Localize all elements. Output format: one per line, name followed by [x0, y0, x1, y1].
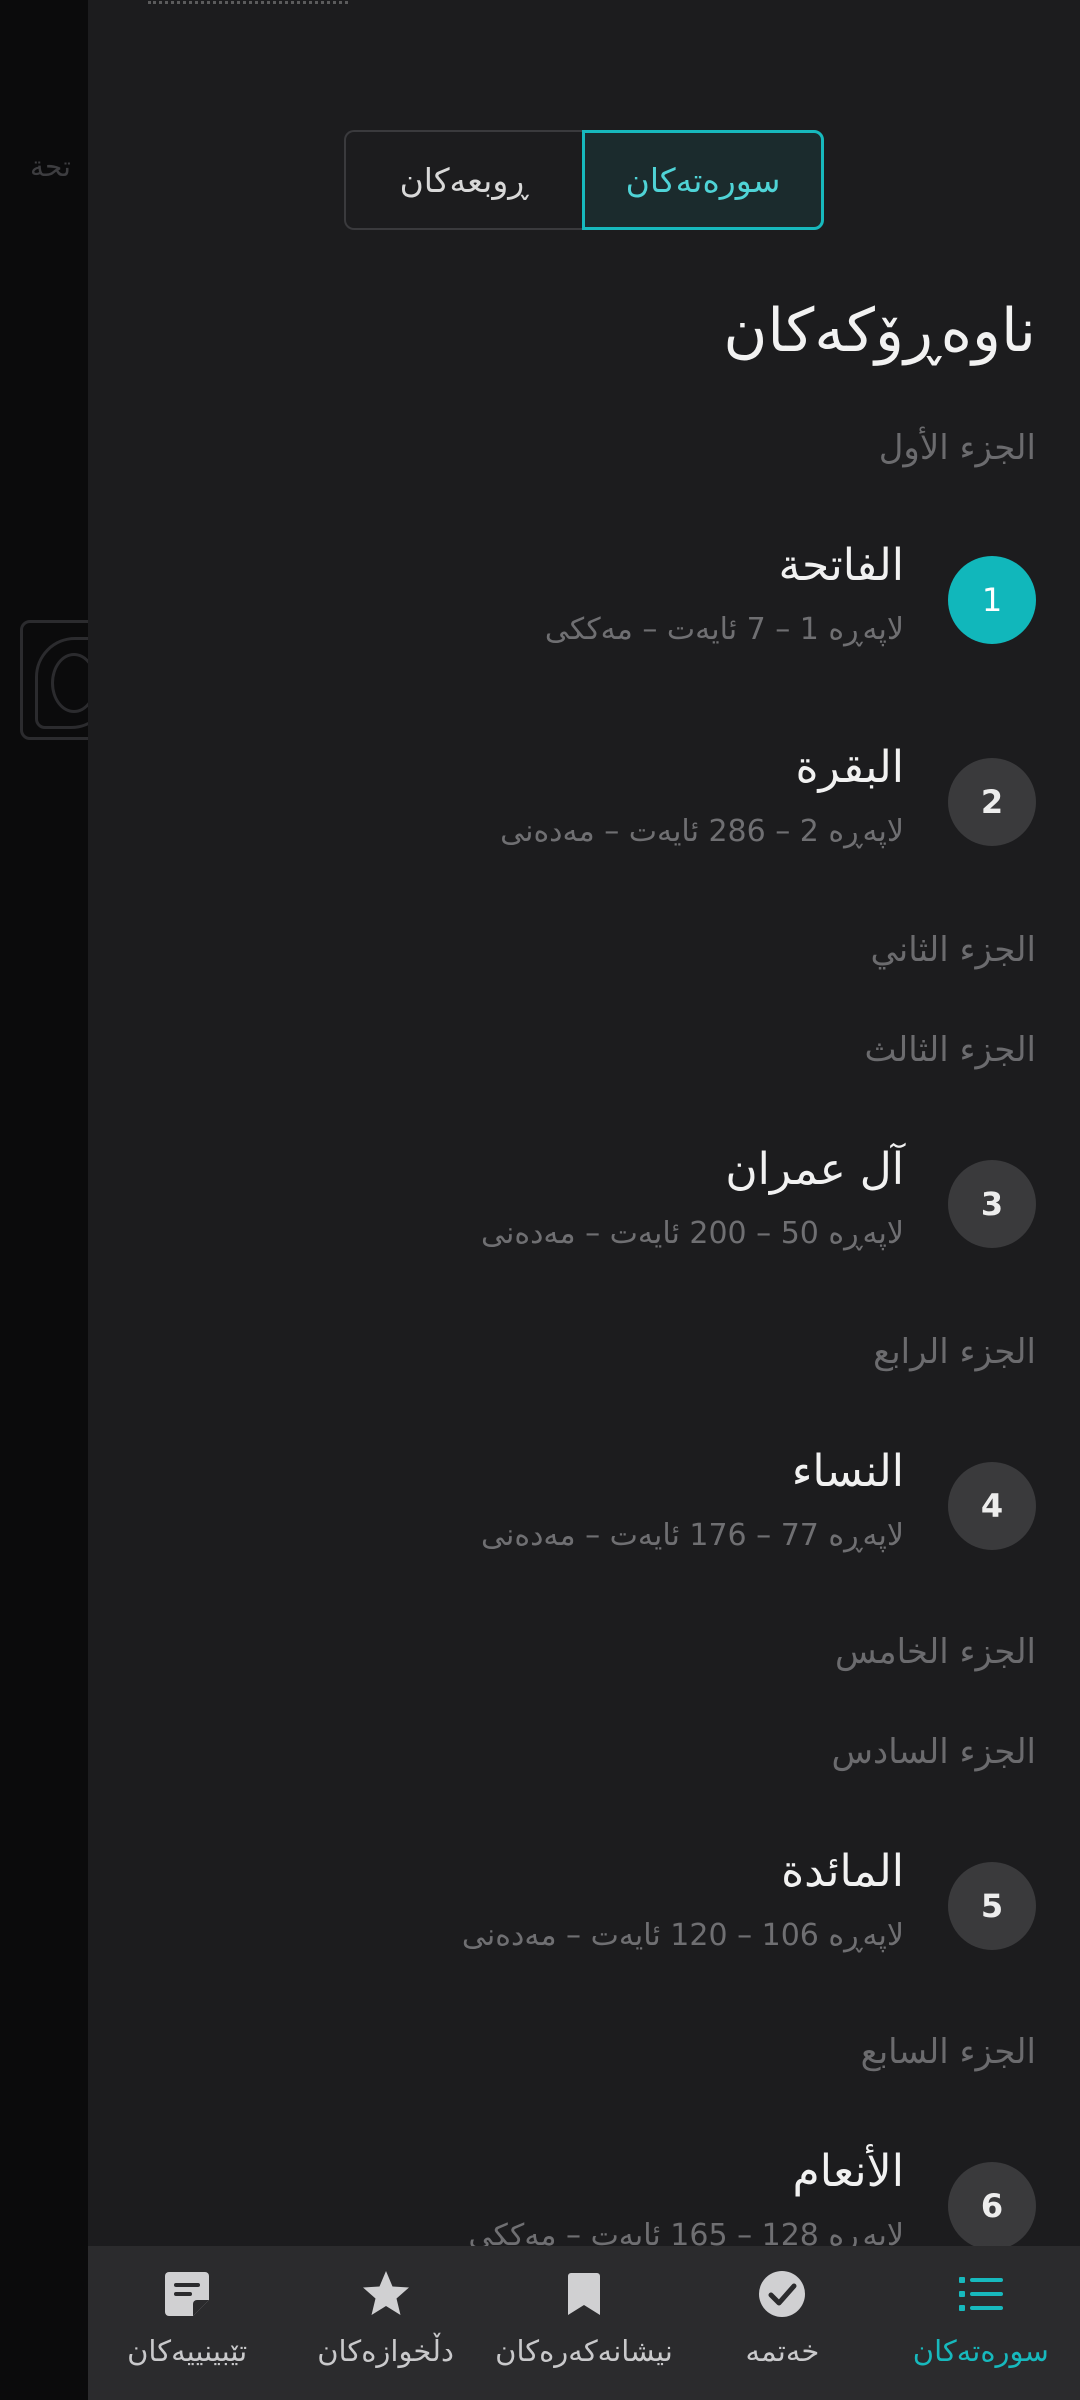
juz-header: الجزء الرابع — [873, 1332, 1036, 1372]
star-icon — [360, 2268, 412, 2320]
surah-meta: لاپەڕە 106 – 120 ئایەت – مەدەنی — [461, 1918, 904, 1953]
contents-drawer: ڕوبعەکان سورەتەکان ناوەڕۆکەکان الجزء الأ… — [88, 0, 1080, 2400]
list-icon — [955, 2268, 1007, 2320]
surah-name: البقرة — [795, 742, 905, 793]
nav-bookmarks[interactable]: نیشانەکەرەکان — [485, 2246, 683, 2400]
surah-meta: لاپەڕە 50 – 200 ئایەت – مەدەنی — [481, 1216, 904, 1251]
background-surah-title: تحة — [30, 150, 71, 183]
nav-khatma[interactable]: خەتمە — [683, 2246, 881, 2400]
surah-number-badge: 1 — [948, 556, 1036, 644]
surah-row[interactable]: 2 البقرة لاپەڕە 2 – 286 ئایەت – مەدەنی — [88, 730, 1080, 880]
surah-meta: لاپەڕە 77 – 176 ئایەت – مەدەنی — [481, 1518, 904, 1553]
surah-number-badge: 4 — [948, 1462, 1036, 1550]
nav-notes[interactable]: تێبینییەکان — [88, 2246, 286, 2400]
surah-row[interactable]: 1 الفاتحة لاپەڕە 1 – 7 ئایەت – مەککی — [88, 528, 1080, 678]
tab-sections[interactable]: ڕوبعەکان — [344, 130, 582, 230]
surah-meta: لاپەڕە 1 – 7 ئایەت – مەککی — [544, 612, 904, 647]
juz-header: الجزء الثالث — [864, 1030, 1036, 1070]
surah-row[interactable]: 4 النساء لاپەڕە 77 – 176 ئایەت – مەدەنی — [88, 1434, 1080, 1584]
surah-name: آل عمران — [725, 1144, 904, 1195]
surah-number-badge: 6 — [948, 2162, 1036, 2250]
nav-bookmarks-label: نیشانەکەرەکان — [495, 2334, 673, 2368]
juz-header: الجزء السادس — [831, 1732, 1036, 1772]
contents-tab-switch: ڕوبعەکان سورەتەکان — [344, 130, 824, 230]
surah-name: النساء — [791, 1446, 904, 1497]
juz-header: الجزء السابع — [860, 2032, 1036, 2072]
ornament-frame — [20, 620, 88, 740]
surah-number-badge: 2 — [948, 758, 1036, 846]
note-icon — [161, 2268, 213, 2320]
nav-surahs-label: سورەتەکان — [912, 2334, 1049, 2368]
surah-name: الفاتحة — [778, 540, 904, 591]
surah-meta: لاپەڕە 2 – 286 ئایەت – مەدەنی — [500, 814, 904, 849]
bottom-navigation: سورەتەکان خەتمە نیشانەکەرەکان دڵخوازەکان — [88, 2246, 1080, 2400]
background-page: تحة — [0, 0, 88, 2400]
check-circle-icon — [756, 2268, 808, 2320]
juz-header: الجزء الأول — [878, 428, 1036, 468]
surah-row[interactable]: 3 آل عمران لاپەڕە 50 – 200 ئایەت – مەدەن… — [88, 1132, 1080, 1282]
nav-khatma-label: خەتمە — [745, 2334, 820, 2368]
surah-row[interactable]: 5 المائدة لاپەڕە 106 – 120 ئایەت – مەدەن… — [88, 1834, 1080, 1984]
surah-number-badge: 5 — [948, 1862, 1036, 1950]
juz-header: الجزء الثاني — [870, 930, 1036, 970]
surah-name: المائدة — [781, 1846, 904, 1897]
nav-surahs[interactable]: سورەتەکان — [882, 2246, 1080, 2400]
nav-favorites-label: دڵخوازەکان — [317, 2334, 454, 2368]
juz-header: الجزء الخامس — [835, 1632, 1036, 1672]
surah-name: الأنعام — [792, 2146, 904, 2197]
drawer-top-cutoff — [148, 0, 348, 4]
page-title: ناوەڕۆکەکان — [723, 296, 1036, 366]
tab-surahs[interactable]: سورەتەکان — [582, 130, 824, 230]
surah-number-badge: 3 — [948, 1160, 1036, 1248]
bookmark-icon — [558, 2268, 610, 2320]
nav-notes-label: تێبینییەکان — [127, 2334, 248, 2368]
nav-favorites[interactable]: دڵخوازەکان — [286, 2246, 484, 2400]
